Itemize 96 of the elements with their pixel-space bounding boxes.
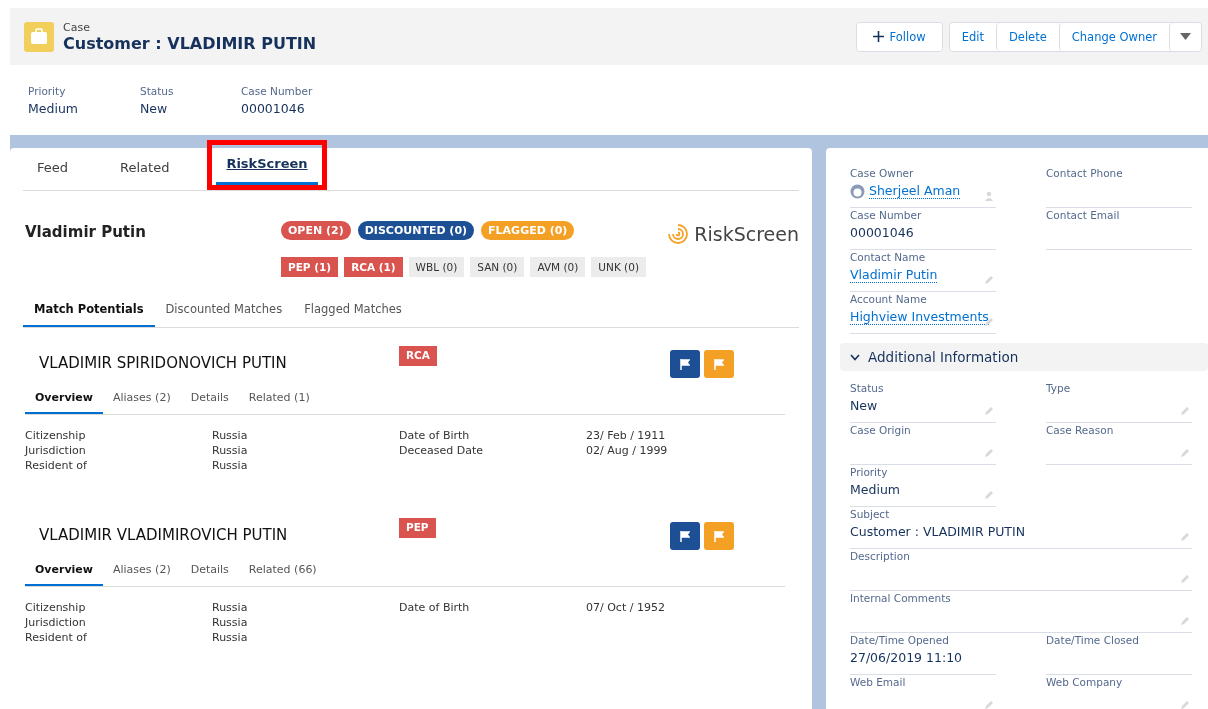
detail-label: Citizenship bbox=[25, 429, 87, 442]
field-label: Web Company bbox=[1046, 676, 1124, 688]
object-type: Case bbox=[63, 20, 91, 34]
match-tag: RCA bbox=[399, 346, 437, 366]
detail-value: Russia bbox=[212, 631, 249, 644]
match-detail-tab[interactable]: Aliases (2) bbox=[103, 556, 181, 586]
field-label: Case Owner bbox=[850, 167, 915, 179]
field-label: Internal Comments bbox=[850, 592, 952, 604]
highlight-label: Priority bbox=[28, 85, 67, 97]
field-label: Type bbox=[1046, 382, 1072, 394]
flag-icon bbox=[714, 530, 724, 542]
discount-button[interactable] bbox=[670, 350, 700, 378]
detail-label: Citizenship bbox=[25, 601, 87, 614]
match-detail-tab[interactable]: Details bbox=[180, 556, 239, 586]
logo-icon bbox=[666, 222, 691, 246]
section-title: Additional Information bbox=[868, 349, 1019, 365]
highlight-label: Status bbox=[140, 85, 175, 97]
detail-value: 23/ Feb / 1911 bbox=[586, 429, 667, 442]
category-tag[interactable]: SAN (0) bbox=[470, 257, 525, 277]
match-tab[interactable]: Match Potentials bbox=[23, 293, 155, 327]
field-value: New bbox=[850, 398, 878, 413]
plus-icon bbox=[872, 31, 884, 42]
count-badge[interactable]: OPEN (2) bbox=[281, 221, 351, 240]
highlight-value: New bbox=[140, 101, 169, 116]
record-title: Customer : VLADIMIR PUTIN bbox=[63, 33, 318, 53]
detail-label: Date of Birth bbox=[399, 601, 471, 614]
match-tag: PEP bbox=[399, 518, 436, 538]
subject-name: Vladimir Putin bbox=[25, 223, 147, 243]
detail-value: Russia bbox=[212, 616, 249, 629]
tab[interactable]: Feed bbox=[27, 148, 78, 190]
match-name: VLADIMIR VLADIMIROVICH PUTIN bbox=[39, 526, 289, 544]
count-badge[interactable]: DISCOUNTED (0) bbox=[357, 221, 475, 240]
briefcase-icon bbox=[24, 21, 54, 52]
field-label: Date/Time Opened bbox=[850, 634, 950, 646]
detail-value: Russia bbox=[212, 444, 249, 457]
match-tab[interactable]: Discounted Matches bbox=[154, 293, 294, 327]
match-tab[interactable]: Flagged Matches bbox=[293, 293, 413, 327]
highlight-label: Case Number bbox=[241, 85, 314, 97]
match-detail-tab[interactable]: Overview bbox=[25, 556, 103, 586]
detail-value: 07/ Oct / 1952 bbox=[586, 601, 666, 614]
discount-button[interactable] bbox=[670, 522, 700, 550]
field-link[interactable]: Vladimir Putin bbox=[850, 267, 938, 283]
follow-button[interactable]: Follow bbox=[856, 22, 942, 51]
highlight-value: Medium bbox=[28, 101, 79, 116]
detail-label: Jurisdiction bbox=[25, 616, 87, 629]
category-tag[interactable]: RCA (1) bbox=[344, 257, 403, 277]
logo-text: RiskScreen bbox=[694, 223, 799, 245]
field-label: Description bbox=[850, 550, 911, 562]
field-label: Case Origin bbox=[850, 424, 912, 436]
category-tag[interactable]: PEP (1) bbox=[281, 257, 339, 277]
detail-value: Russia bbox=[212, 601, 249, 614]
person-icon[interactable] bbox=[984, 191, 994, 201]
chevron-icon bbox=[850, 353, 860, 361]
owner-link[interactable]: Sherjeel Aman bbox=[869, 183, 961, 199]
detail-value: Russia bbox=[212, 459, 249, 472]
detail-label: Deceased Date bbox=[399, 444, 485, 457]
category-tag[interactable]: AVM (0) bbox=[530, 257, 586, 277]
field-label: Contact Phone bbox=[1046, 167, 1124, 179]
category-tag[interactable]: UNK (0) bbox=[591, 257, 646, 277]
field-label: Case Reason bbox=[1046, 424, 1115, 436]
field-label: Account Name bbox=[850, 293, 928, 305]
field-value: 27/06/2019 11:10 bbox=[850, 650, 963, 665]
match-detail-tab[interactable]: Details bbox=[180, 384, 239, 414]
detail-value: 02/ Aug / 1999 bbox=[586, 444, 669, 457]
flag-icon bbox=[680, 530, 690, 542]
match-name: VLADIMIR SPIRIDONOVICH PUTIN bbox=[39, 354, 288, 372]
detail-value: Russia bbox=[212, 429, 249, 442]
field-value: Medium bbox=[850, 482, 900, 497]
field-label: Priority bbox=[850, 466, 889, 478]
section-header[interactable]: Additional Information bbox=[840, 343, 1208, 371]
flag-icon bbox=[714, 358, 724, 370]
tab[interactable]: Related bbox=[110, 148, 180, 190]
avatar-icon bbox=[850, 183, 865, 199]
field-label: Case Number bbox=[850, 209, 923, 221]
field-value: Customer : VLADIMIR PUTIN bbox=[850, 524, 1026, 539]
highlight-value: 00001046 bbox=[241, 101, 306, 116]
detail-label: Jurisdiction bbox=[25, 444, 87, 457]
field-label: Contact Name bbox=[850, 251, 927, 263]
field-value: 00001046 bbox=[850, 225, 914, 240]
match-detail-tab[interactable]: Aliases (2) bbox=[103, 384, 181, 414]
category-tag[interactable]: WBL (0) bbox=[408, 257, 465, 277]
flag-icon bbox=[680, 358, 690, 370]
caret-icon bbox=[1180, 33, 1191, 40]
field-label: Contact Email bbox=[1046, 209, 1121, 221]
field-label: Date/Time Closed bbox=[1046, 634, 1140, 646]
field-label: Web Email bbox=[850, 676, 907, 688]
match-detail-tab[interactable]: Related (1) bbox=[238, 384, 320, 414]
detail-label: Date of Birth bbox=[399, 429, 471, 442]
more-actions-button[interactable] bbox=[1169, 22, 1201, 51]
field-label: Status bbox=[850, 382, 885, 394]
detail-label: Resident of bbox=[25, 459, 88, 472]
field-label: Subject bbox=[850, 508, 891, 520]
tab[interactable]: RiskScreen bbox=[216, 145, 318, 185]
detail-label: Resident of bbox=[25, 631, 88, 644]
match-detail-tab[interactable]: Related (66) bbox=[238, 556, 327, 586]
match-detail-tab[interactable]: Overview bbox=[25, 384, 103, 414]
